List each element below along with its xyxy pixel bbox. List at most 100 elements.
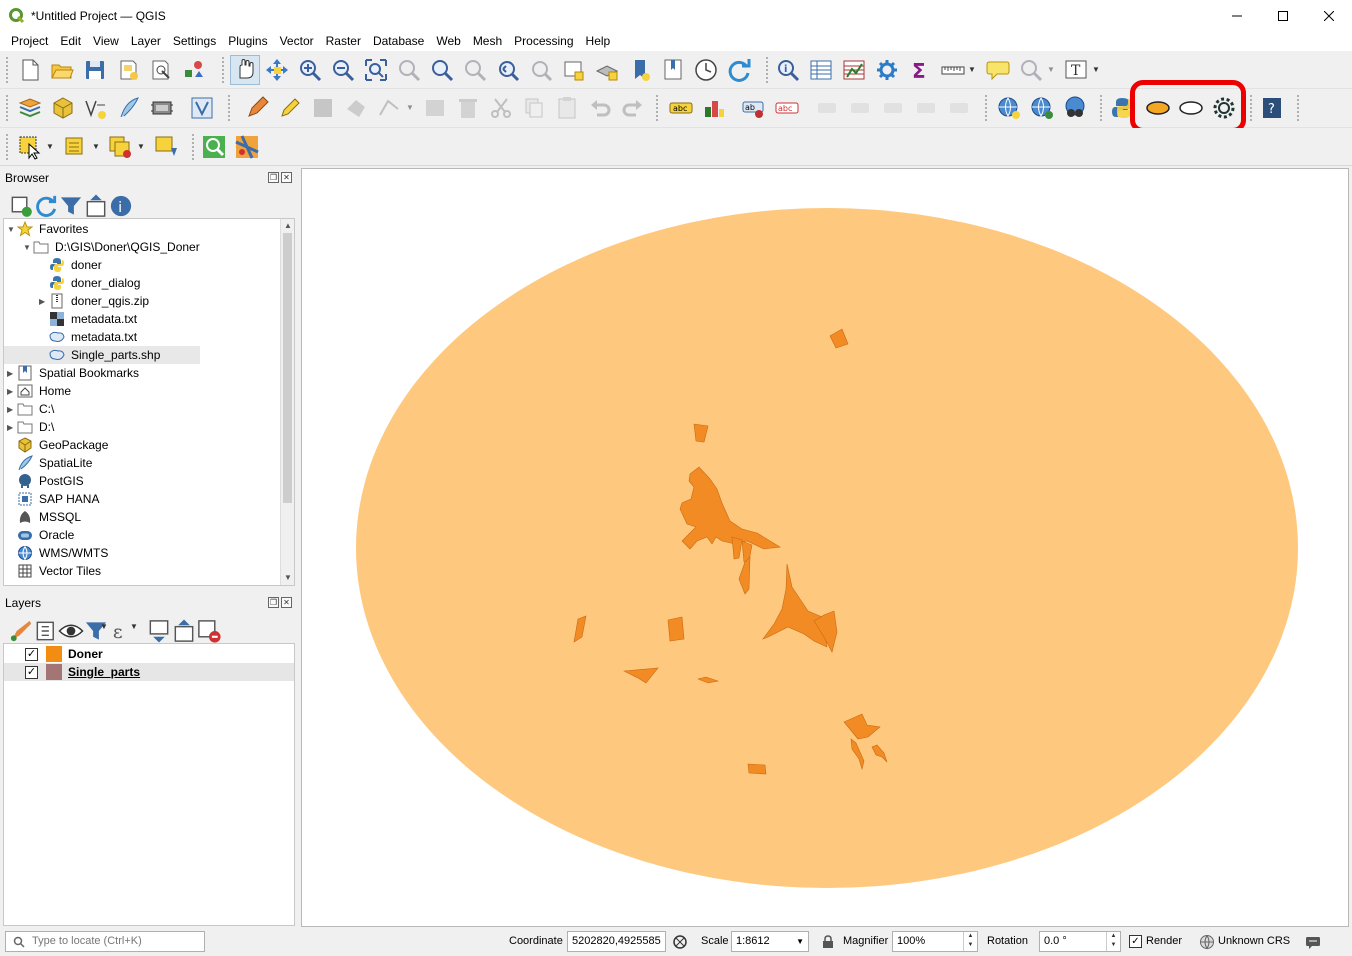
menu-settings[interactable]: Settings: [167, 31, 222, 51]
select-by-value-icon[interactable]: [62, 134, 88, 160]
zoom-to-layer-icon[interactable]: [429, 57, 455, 83]
new-geopackage-layer-icon[interactable]: [50, 95, 76, 121]
plugin-mosaic-icon[interactable]: [234, 134, 260, 160]
toolbar-grip[interactable]: [6, 95, 10, 121]
toolbar-grip[interactable]: [766, 57, 770, 83]
new-temporary-layer-icon[interactable]: [189, 95, 215, 121]
remove-layer-icon[interactable]: [196, 618, 221, 643]
doner-ellipse-polygon[interactable]: [356, 208, 1298, 888]
menu-view[interactable]: View: [87, 31, 125, 51]
tree-item-metadata-raster[interactable]: metadata.txt: [49, 310, 137, 328]
filter-by-expression-icon[interactable]: ε: [110, 618, 128, 643]
zoom-to-feature-icon[interactable]: [201, 134, 227, 160]
expand-arrow-icon[interactable]: ▶: [7, 405, 17, 414]
new-project-icon[interactable]: [17, 57, 43, 83]
zoom-full-icon[interactable]: [363, 57, 389, 83]
zoom-next-icon[interactable]: [528, 57, 554, 83]
toolbar-grip[interactable]: [1297, 95, 1301, 121]
add-wfs-layer-icon[interactable]: [1029, 95, 1055, 121]
tree-item-drive-d[interactable]: ▶ D:\: [7, 418, 54, 436]
coordinate-field[interactable]: 5202820,4925585: [567, 931, 666, 952]
browser-float-button[interactable]: ❐: [268, 172, 279, 183]
zoom-in-icon[interactable]: [297, 57, 323, 83]
tree-item-doner-folder[interactable]: ▼ D:\GIS\Doner\QGIS_Doner: [23, 238, 200, 256]
map-canvas[interactable]: [301, 168, 1349, 927]
modify-attributes-icon[interactable]: [422, 95, 448, 121]
pan-map-icon[interactable]: [230, 55, 260, 85]
new-3d-map-view-icon[interactable]: [594, 57, 620, 83]
save-edits-icon[interactable]: [310, 95, 336, 121]
magnifier-spin-arrows[interactable]: ▲ ▼: [963, 932, 977, 951]
style-manager-icon[interactable]: [181, 57, 207, 83]
filter-legend-icon[interactable]: [83, 618, 107, 640]
layer-visibility-checkbox[interactable]: ✓: [25, 665, 38, 679]
tree-item-oracle[interactable]: Oracle: [17, 526, 74, 544]
identify-features-icon[interactable]: i: [775, 57, 801, 83]
layer-styling-icon[interactable]: [8, 618, 32, 642]
tree-item-doner[interactable]: doner: [49, 256, 102, 274]
show-bookmarks-icon[interactable]: [660, 57, 686, 83]
measure-dropdown-arrow[interactable]: ▼: [968, 57, 976, 83]
menu-vector[interactable]: Vector: [274, 31, 320, 51]
current-edits-icon[interactable]: [244, 95, 270, 121]
toolbar-grip[interactable]: [228, 95, 232, 121]
menu-edit[interactable]: Edit: [54, 31, 87, 51]
toolbar-grip[interactable]: [6, 134, 10, 160]
cut-features-icon[interactable]: [488, 95, 514, 121]
menu-processing[interactable]: Processing: [508, 31, 579, 51]
tree-item-metadata-vector[interactable]: metadata.txt: [49, 328, 137, 346]
maximize-button[interactable]: [1260, 0, 1306, 31]
menu-layer[interactable]: Layer: [125, 31, 167, 51]
add-feature-icon[interactable]: [343, 95, 369, 121]
expand-arrow-icon[interactable]: ▶: [7, 387, 17, 396]
tree-item-home[interactable]: ▶ Home: [7, 382, 71, 400]
menu-raster[interactable]: Raster: [320, 31, 367, 51]
pin-unpin-labels-icon[interactable]: ab: [741, 95, 767, 121]
layer-diagram-options-icon[interactable]: [701, 95, 727, 121]
rotate-label-icon[interactable]: [881, 95, 907, 121]
part-polygon[interactable]: [747, 763, 767, 775]
map-tips-icon[interactable]: [985, 57, 1011, 83]
zoom-to-selection-icon[interactable]: [396, 57, 422, 83]
expand-arrow-icon[interactable]: ▼: [7, 225, 17, 234]
zoom-out-icon[interactable]: [330, 57, 356, 83]
add-selected-layers-icon[interactable]: [8, 193, 32, 217]
add-wms-layer-icon[interactable]: [996, 95, 1022, 121]
tree-item-spatialite[interactable]: SpatiaLite: [17, 454, 92, 472]
text-annotation-icon[interactable]: T: [1063, 57, 1089, 83]
delete-selected-icon[interactable]: [455, 95, 481, 121]
crs-globe-icon[interactable]: [1199, 934, 1215, 950]
rotation-spinbox[interactable]: 0.0 ° ▲ ▼: [1039, 931, 1121, 952]
scale-combobox[interactable]: 1:8612 ▼: [731, 931, 809, 952]
select-by-location-icon[interactable]: [153, 134, 179, 160]
toggle-extents-icon[interactable]: [672, 934, 688, 950]
properties-info-icon[interactable]: i: [108, 193, 132, 217]
show-hide-labels-icon[interactable]: [848, 95, 874, 121]
label-properties-icon[interactable]: [947, 95, 973, 121]
layers-close-button[interactable]: ✕: [281, 597, 292, 608]
magnifier-spinbox[interactable]: 100% ▲ ▼: [892, 931, 978, 952]
new-map-view-icon[interactable]: [561, 57, 587, 83]
toolbar-grip[interactable]: [1250, 95, 1254, 121]
toolbar-grip[interactable]: [6, 57, 10, 83]
paste-features-icon[interactable]: [554, 95, 580, 121]
new-virtual-layer-icon[interactable]: [149, 95, 175, 121]
layer-color-swatch[interactable]: [46, 646, 62, 662]
part-polygon[interactable]: [667, 616, 685, 642]
change-label-icon[interactable]: [914, 95, 940, 121]
vertex-tool-icon[interactable]: [376, 95, 402, 121]
new-shapefile-layer-icon[interactable]: [83, 95, 109, 121]
menu-database[interactable]: Database: [367, 31, 430, 51]
locator-dropdown-arrow[interactable]: ▼: [1047, 57, 1055, 83]
messages-icon[interactable]: [1305, 934, 1321, 950]
open-project-icon[interactable]: [49, 57, 75, 83]
help-contents-icon[interactable]: ?: [1259, 95, 1285, 121]
pan-to-selection-icon[interactable]: [264, 57, 290, 83]
select-dropdown-arrow[interactable]: ▼: [46, 134, 54, 160]
vertex-dropdown-arrow[interactable]: ▼: [406, 95, 414, 121]
layer-labeling-options-icon[interactable]: abc: [668, 95, 694, 121]
filter-browser-icon[interactable]: [58, 193, 82, 215]
new-bookmark-icon[interactable]: [627, 57, 653, 83]
expand-arrow-icon[interactable]: ▼: [23, 243, 33, 252]
zoom-last-icon[interactable]: [495, 57, 521, 83]
